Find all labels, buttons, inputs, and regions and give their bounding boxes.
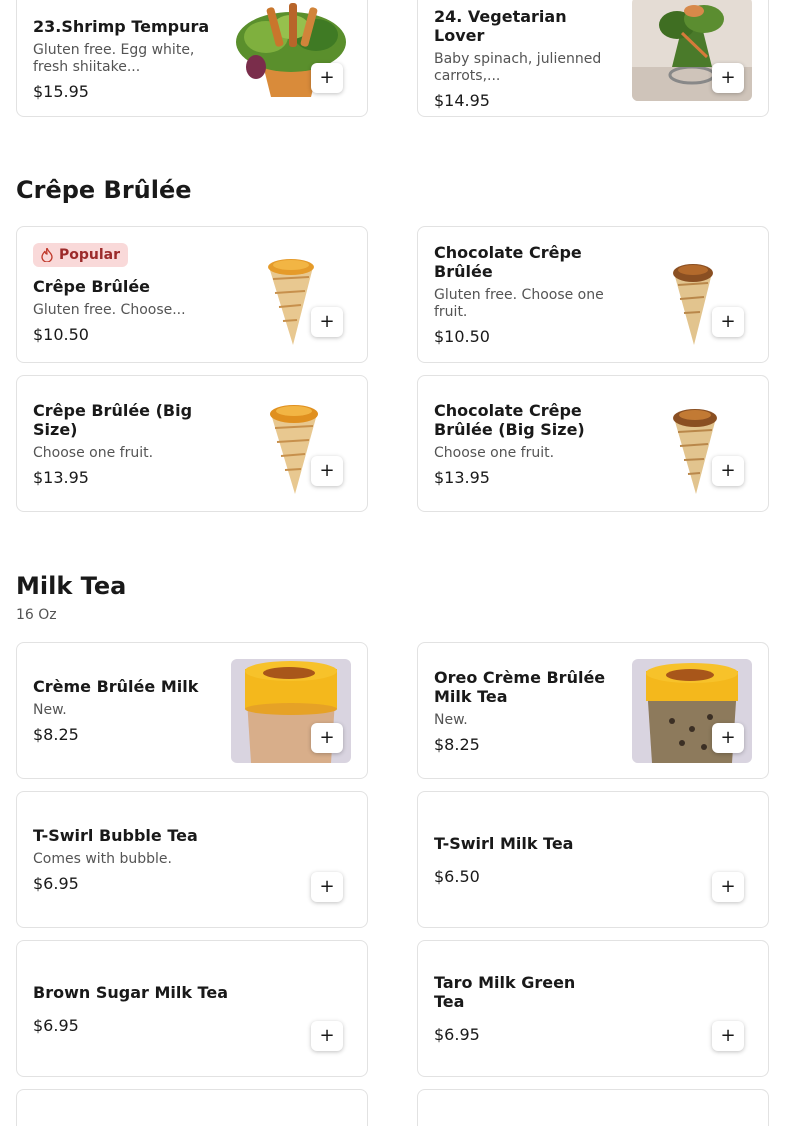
- menu-item-price: $14.95: [434, 91, 490, 110]
- menu-item-name: Crêpe Brûlée (Big Size): [33, 400, 193, 439]
- plus-icon: +: [319, 460, 335, 481]
- menu-item-info: Chocolate Crêpe Brûlée Gluten free. Choo…: [434, 227, 614, 362]
- add-to-cart-button[interactable]: +: [712, 456, 744, 486]
- menu-item-name: T-Swirl Bubble Tea: [33, 826, 198, 845]
- menu-item-name: Chocolate Crêpe Brûlée (Big Size): [434, 400, 585, 439]
- add-to-cart-button[interactable]: +: [712, 723, 744, 753]
- menu-item-info: Brown Sugar Milk Tea $6.95: [33, 941, 243, 1076]
- menu-item-price: $8.25: [33, 725, 79, 744]
- menu-item-info: Popular Crêpe Brûlée Gluten free. Choose…: [33, 227, 213, 362]
- menu-item-name: 23.Shrimp Tempura: [33, 16, 210, 36]
- plus-icon: +: [720, 727, 736, 748]
- menu-item-name: Brown Sugar Milk Tea: [33, 982, 228, 1002]
- menu-item-info: Oreo Crème Brûlée Milk Tea New. $8.25: [434, 643, 614, 778]
- menu-item-price: $13.95: [434, 467, 490, 487]
- add-to-cart-button[interactable]: +: [712, 872, 744, 902]
- menu-item-price: $15.95: [33, 81, 89, 101]
- add-to-cart-button[interactable]: +: [712, 307, 744, 337]
- menu-item-description: Gluten free. Choose...: [33, 302, 186, 318]
- menu-item-name: T-Swirl Milk Tea: [434, 833, 574, 853]
- menu-item-info: Taro Milk Green Tea $6.95: [434, 941, 604, 1076]
- menu-item-info: T-Swirl Bubble Tea Comes with bubble. $6…: [33, 792, 243, 927]
- plus-icon: +: [720, 67, 736, 88]
- menu-item-card[interactable]: Taro Milk Green Tea $6.95 +: [417, 940, 769, 1077]
- menu-item-card[interactable]: 23.Shrimp Tempura Gluten free. Egg white…: [16, 0, 368, 117]
- menu-item-description: Gluten free. Choose one fruit.: [434, 287, 604, 320]
- add-to-cart-button[interactable]: +: [311, 723, 343, 753]
- menu-item-card[interactable]: 24. Vegetarian Lover Baby spinach, julie…: [417, 0, 769, 117]
- menu-item-price: $6.95: [33, 1015, 79, 1035]
- menu-item-card[interactable]: Popular Crêpe Brûlée Gluten free. Choose…: [16, 226, 368, 363]
- menu-item-card[interactable]: Chocolate Crêpe Brûlée (Big Size) Choose…: [417, 375, 769, 512]
- plus-icon: +: [319, 727, 335, 748]
- menu-item-card[interactable]: [16, 1089, 368, 1126]
- menu-item-name: 24. Vegetarian Lover: [434, 7, 567, 45]
- menu-item-description: New.: [33, 702, 67, 718]
- menu-item-info: 24. Vegetarian Lover Baby spinach, julie…: [434, 1, 614, 116]
- fire-icon: [41, 248, 53, 262]
- plus-icon: +: [720, 460, 736, 481]
- add-to-cart-button[interactable]: +: [311, 63, 343, 93]
- section-title: Crêpe Brûlée: [16, 176, 192, 204]
- menu-item-info: 23.Shrimp Tempura Gluten free. Egg white…: [33, 1, 213, 116]
- menu-item-price: $10.50: [33, 325, 89, 344]
- menu-item-price: $8.25: [434, 734, 480, 754]
- menu-item-price: $10.50: [434, 327, 490, 346]
- menu-item-card[interactable]: T-Swirl Milk Tea $6.50 +: [417, 791, 769, 928]
- menu-item-info: Crème Brûlée Milk New. $8.25: [33, 643, 213, 778]
- menu-item-price: $6.95: [33, 874, 79, 893]
- menu-item-name: Crêpe Brûlée: [33, 277, 151, 296]
- menu-item-name: Chocolate Crêpe Brûlée: [434, 243, 582, 281]
- menu-item-name: Crème Brûlée Milk: [33, 677, 199, 696]
- plus-icon: +: [720, 876, 736, 897]
- menu-item-card[interactable]: Brown Sugar Milk Tea $6.95 +: [16, 940, 368, 1077]
- plus-icon: +: [319, 67, 335, 88]
- plus-icon: +: [720, 311, 736, 332]
- menu-item-card[interactable]: Chocolate Crêpe Brûlée Gluten free. Choo…: [417, 226, 769, 363]
- section-subtitle: 16 Oz: [16, 607, 57, 623]
- menu-item-card[interactable]: T-Swirl Bubble Tea Comes with bubble. $6…: [16, 791, 368, 928]
- add-to-cart-button[interactable]: +: [712, 63, 744, 93]
- menu-item-price: $13.95: [33, 467, 89, 487]
- menu-item-description: Choose one fruit.: [434, 444, 555, 461]
- menu-item-name: Taro Milk Green Tea: [434, 973, 576, 1011]
- add-to-cart-button[interactable]: +: [712, 1021, 744, 1051]
- add-to-cart-button[interactable]: +: [311, 307, 343, 337]
- plus-icon: +: [319, 311, 335, 332]
- menu-item-description: Comes with bubble.: [33, 851, 172, 867]
- menu-item-description: Choose one fruit.: [33, 444, 154, 461]
- menu-item-info: Chocolate Crêpe Brûlée (Big Size) Choose…: [434, 376, 614, 511]
- menu-item-card[interactable]: Crème Brûlée Milk New. $8.25 +: [16, 642, 368, 779]
- add-to-cart-button[interactable]: +: [311, 1021, 343, 1051]
- menu-item-card[interactable]: Oreo Crème Brûlée Milk Tea New. $8.25 +: [417, 642, 769, 779]
- menu-item-description: Baby spinach, julienned carrots,...: [434, 51, 602, 84]
- popular-badge: Popular: [33, 243, 129, 267]
- menu-item-price: $6.95: [434, 1025, 480, 1044]
- menu-item-info: Crêpe Brûlée (Big Size) Choose one fruit…: [33, 376, 213, 511]
- add-to-cart-button[interactable]: +: [311, 456, 343, 486]
- menu-item-info: T-Swirl Milk Tea $6.50: [434, 792, 644, 927]
- menu-item-price: $6.50: [434, 866, 480, 886]
- add-to-cart-button[interactable]: +: [311, 872, 343, 902]
- menu-item-card[interactable]: Crêpe Brûlée (Big Size) Choose one fruit…: [16, 375, 368, 512]
- menu-item-description: Gluten free. Egg white, fresh shiitake..…: [33, 41, 195, 75]
- plus-icon: +: [720, 1025, 736, 1046]
- section-title: Milk Tea: [16, 572, 127, 600]
- badge-label: Popular: [59, 247, 121, 263]
- plus-icon: +: [319, 876, 335, 897]
- plus-icon: +: [319, 1025, 335, 1046]
- menu-item-card[interactable]: [417, 1089, 769, 1126]
- menu-item-description: New.: [434, 711, 468, 728]
- menu-item-name: Oreo Crème Brûlée Milk Tea: [434, 667, 606, 706]
